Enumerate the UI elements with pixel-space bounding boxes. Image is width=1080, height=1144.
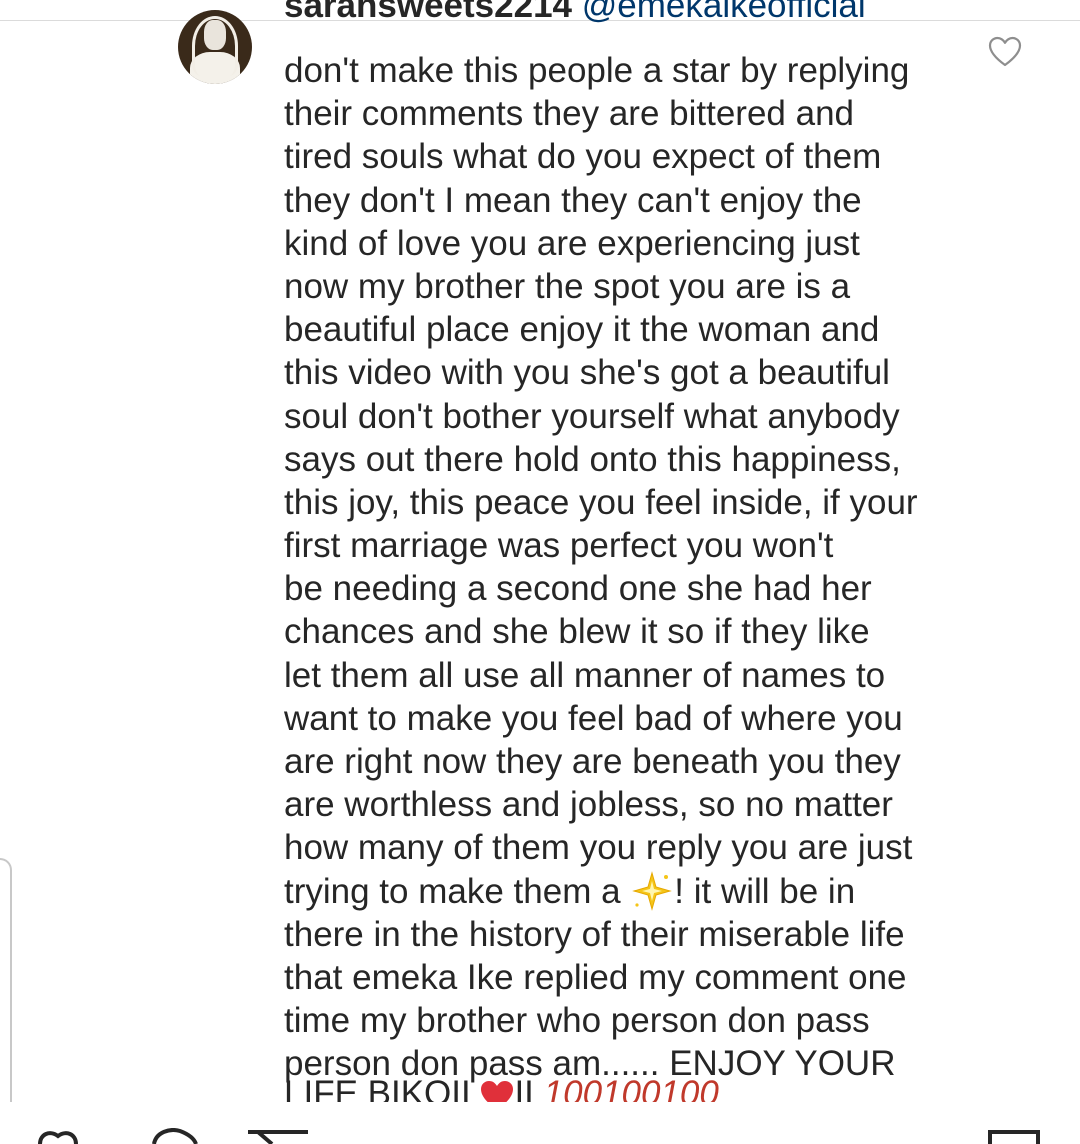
comment-line: how many of them you reply you are just [284,828,913,868]
comment-text: trying to make them a [284,871,631,911]
comment-text: II [514,1080,544,1102]
comment-line: now my brother the spot you are is a [284,266,851,306]
comment-line: kind of love you are experiencing just [284,223,860,263]
comment-line: time my brother who person don pass [284,1001,870,1041]
comment-line: are worthless and jobless, so no matter [284,785,893,825]
comment-line: their comments they are bittered and [284,94,855,134]
sparkle-star-icon [632,870,673,911]
comment-text: ! it will be in [674,871,856,911]
comment-line: let them all use all manner of names to [284,655,886,695]
background-panel-edge [0,858,12,1142]
comment-line-sparkle: trying to make them a ! it will be in [284,870,964,913]
comment-line: tired souls what do you expect of them [284,137,882,177]
comment-line: are right now they are beneath you they [284,742,901,781]
comment-username[interactable]: sarahsweets2214 [284,0,572,25]
comment-text: 100100100 [543,1080,719,1102]
avatar-figure-face [204,20,226,50]
comment-line: says out there hold onto this happiness, [284,439,901,479]
comment-line: this video with you she's got a beautifu… [284,353,890,393]
comment-mention[interactable]: @emekaikeofficial [582,0,866,25]
comment-text: LIFE BIKOII [284,1080,481,1102]
comment-line: they don't I mean they can't enjoy the [284,180,862,220]
comment-line: be needing a second one she had her [284,569,872,609]
comment-line: don't make this people a star by replyin… [284,51,910,90]
comment-line: there in the history of their miserable … [284,914,905,954]
comment-body: don't make this people a star by replyin… [284,49,964,1086]
comment-line: first marriage was perfect you won't [284,526,834,566]
comment-line: this joy, this peace you feel inside, if… [284,482,918,522]
comment-cut-line: LIFE BIKOII II 100100100 [284,1080,719,1102]
comment-header: sarahsweets2214 @emekaikeofficial [284,0,866,27]
comment-line: that emeka Ike replied my comment one [284,957,907,997]
comment-line: want to make you feel bad of where you [284,698,903,738]
comment-line: chances and she blew it so if they like [284,612,870,652]
like-heart-outline-icon[interactable] [988,36,1022,68]
comment-line: soul don't bother yourself what anybody [284,396,900,436]
avatar[interactable] [178,10,252,84]
bottom-action-bar [0,1102,1080,1144]
red-heart-icon [481,1080,514,1102]
comment-line: beautiful place enjoy it the woman and [284,310,880,350]
